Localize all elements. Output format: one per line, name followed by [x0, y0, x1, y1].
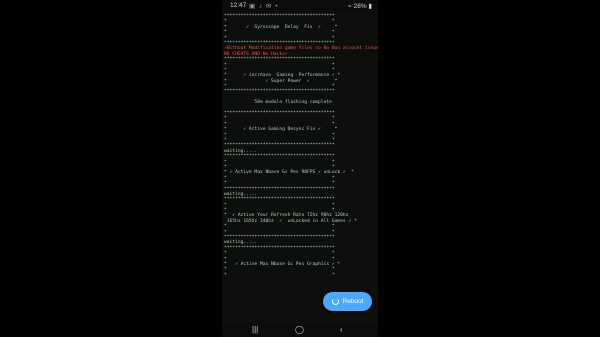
terminal-line: ✓Without Modification game files so No B…: [224, 46, 378, 52]
terminal-output[interactable]: ****************************************…: [224, 14, 378, 278]
terminal-line: * *: [224, 272, 335, 278]
status-bar: 12:47 ▣ ♪ ✉ • ⌁ 28% ▮: [222, 0, 378, 12]
recents-icon[interactable]: |||: [252, 325, 258, 334]
reboot-label: Reboot: [342, 298, 364, 305]
status-time: 12:47: [230, 2, 247, 9]
terminal-line: * ✓ Active Max Nbase Gc Pes 90FPS ✓ unLo…: [224, 170, 354, 176]
back-icon[interactable]: ‹: [340, 325, 343, 334]
home-icon[interactable]: ◯: [295, 325, 304, 334]
phone-screen: 12:47 ▣ ♪ ✉ • ⌁ 28% ▮ ******************…: [222, 0, 378, 337]
reboot-icon: [331, 298, 339, 305]
battery-icon: ⌁ 28% ▮: [347, 3, 372, 10]
reboot-button[interactable]: Reboot: [323, 292, 372, 311]
nav-bar: ||| ◯ ‹: [222, 323, 378, 337]
notification-icons: ▣ ♪ ✉ •: [249, 3, 279, 10]
